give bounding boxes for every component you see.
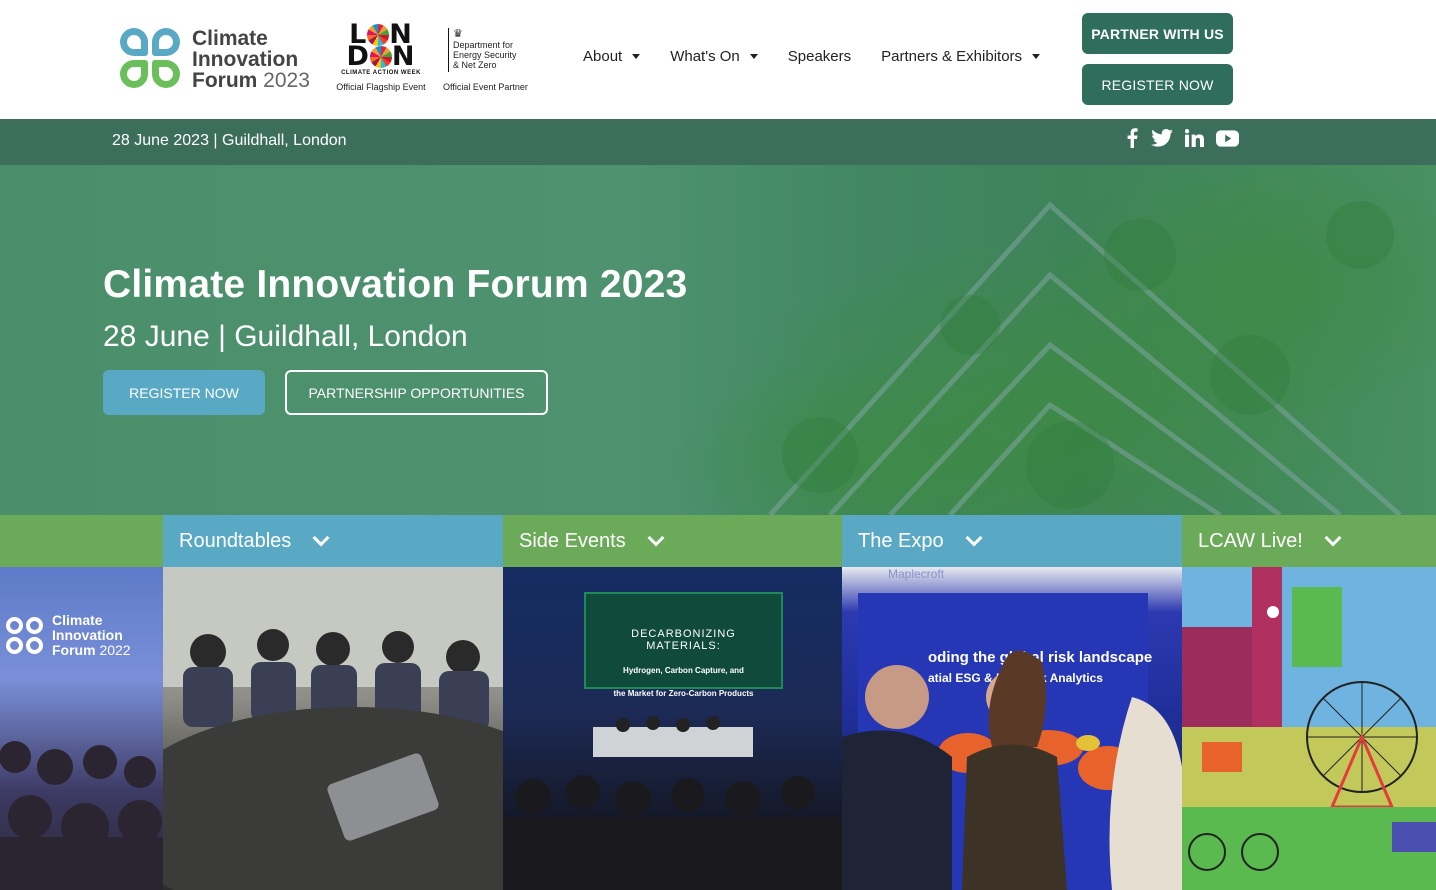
- event-date-location: 28 June 2023 | Guildhall, London: [112, 132, 347, 149]
- nav-item-speakers[interactable]: Speakers: [788, 48, 851, 65]
- chevron-down-icon: [1324, 529, 1342, 547]
- nav-item-about[interactable]: About: [583, 48, 641, 65]
- london-logo-caption: Official Flagship Event: [336, 82, 426, 92]
- london-climate-action-week-logo[interactable]: LN DN CLIMATE ACTION WEEK Official Flags…: [333, 21, 429, 96]
- partnership-opportunities-button[interactable]: PARTNERSHIP OPPORTUNITIES: [285, 370, 548, 415]
- main-nav: About What's On Speakers Partners & Exhi…: [583, 48, 1041, 65]
- stage-forum-logo: Climate Innovation Forum 2022: [6, 613, 131, 658]
- social-links: [1125, 128, 1239, 148]
- twitter-icon[interactable]: [1151, 129, 1173, 147]
- lcaw-live-illustration: [1182, 567, 1436, 890]
- caret-down-icon: [632, 54, 641, 59]
- youtube-icon[interactable]: [1216, 129, 1239, 147]
- tab-roundtables[interactable]: Roundtables: [163, 515, 503, 567]
- chevron-down-icon: [312, 529, 330, 547]
- royal-crest-icon: ♛: [453, 28, 463, 40]
- tab-side-events[interactable]: Side Events: [503, 515, 842, 567]
- nav-item-whats-on[interactable]: What's On: [670, 48, 758, 65]
- desnz-logo[interactable]: ♛ Department for Energy Security & Net Z…: [443, 28, 543, 96]
- nav-item-partners-exhibitors[interactable]: Partners & Exhibitors: [881, 48, 1041, 65]
- panel-audience-image: [503, 716, 842, 890]
- tab-lcaw-live[interactable]: LCAW Live!: [1182, 515, 1436, 567]
- facebook-icon[interactable]: [1125, 128, 1139, 148]
- tab-the-expo[interactable]: The Expo: [842, 515, 1182, 567]
- register-now-header-button[interactable]: REGISTER NOW: [1082, 64, 1233, 105]
- caret-down-icon: [1032, 54, 1041, 59]
- roundtable-meeting-photo: [163, 567, 503, 890]
- desnz-logo-caption: Official Event Partner: [443, 82, 528, 92]
- chevron-down-icon: [647, 529, 665, 547]
- climate-innovation-forum-logo[interactable]: Climate Innovation Forum 2023: [120, 26, 320, 92]
- chevron-down-icon: [965, 529, 983, 547]
- audience-silhouettes-image: [0, 741, 163, 890]
- presentation-screen: DECARBONIZING MATERIALS: Hydrogen, Carbo…: [584, 592, 783, 698]
- forum-stage-photo: Climate Innovation Forum 2022: [0, 567, 163, 890]
- register-now-hero-button[interactable]: REGISTER NOW: [103, 370, 265, 415]
- side-event-panel-photo: DECARBONIZING MATERIALS: Hydrogen, Carbo…: [503, 567, 842, 890]
- partner-with-us-button[interactable]: PARTNER WITH US: [1082, 13, 1233, 54]
- linkedin-icon[interactable]: [1185, 129, 1204, 147]
- logo-wordmark: Climate Innovation Forum 2023: [192, 26, 310, 92]
- sdg-wheel-icon: [367, 24, 390, 46]
- expo-booth-photo: Maplecroft oding the global risk landsca…: [842, 567, 1182, 890]
- caret-down-icon: [749, 54, 758, 59]
- forum-logo-mark-icon: [6, 616, 44, 655]
- green-building-foliage-image: [640, 165, 1436, 515]
- london-logo-subtitle: CLIMATE ACTION WEEK: [341, 70, 421, 76]
- hero-subtitle: 28 June | Guildhall, London: [103, 320, 468, 353]
- hero-title: Climate Innovation Forum 2023: [103, 263, 688, 306]
- expo-attendees-image: [842, 650, 1182, 890]
- forum-logo-mark-icon: [120, 28, 182, 90]
- site-header: Climate Innovation Forum 2023 LN DN CLIM…: [0, 0, 1436, 119]
